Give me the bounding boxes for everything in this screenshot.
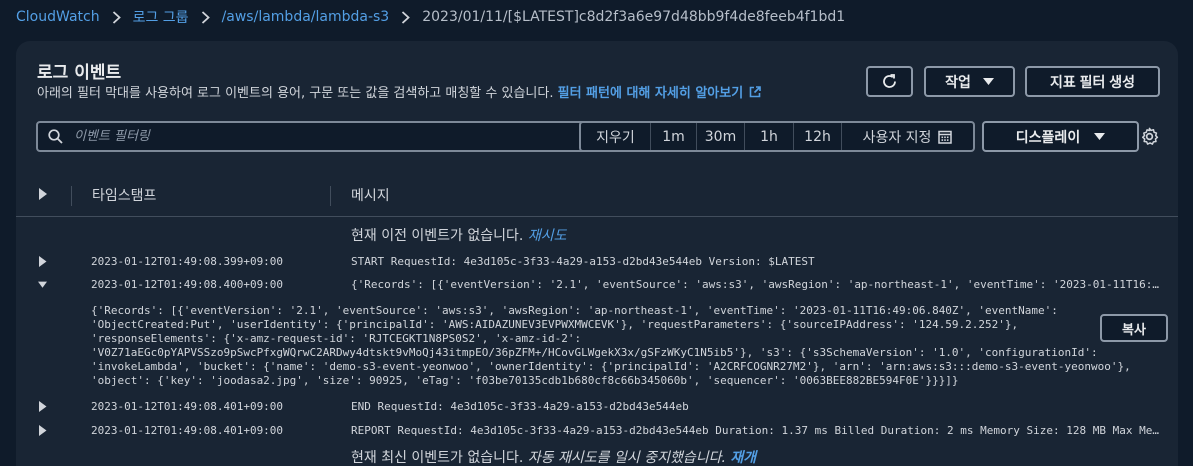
notice-text: 현재 이전 이벤트가 없습니다. xyxy=(351,228,528,244)
description-text: 아래의 필터 막대를 사용하여 로그 이벤트의 용어, 구문 또는 값을 검색하… xyxy=(37,86,558,101)
chevron-right-icon xyxy=(401,10,411,24)
no-newer-events-notice: 현재 최신 이벤트가 없습니다. 자동 재시도를 일시 중지했습니다. 재개 xyxy=(351,447,756,466)
breadcrumb: CloudWatch 로그 그룹 /aws/lambda/lambda-s3 2… xyxy=(16,7,845,27)
log-row-expanded[interactable]: 2023-01-12T01:49:08.400+09:00 {'Records'… xyxy=(16,276,1178,294)
chevron-right-icon xyxy=(201,10,210,24)
breadcrumb-cloudwatch[interactable]: CloudWatch xyxy=(16,9,100,25)
no-older-events-notice: 현재 이전 이벤트가 없습니다. 재시도 xyxy=(351,225,566,245)
log-row[interactable]: 2023-01-12T01:49:08.399+09:00 START Requ… xyxy=(16,253,1178,271)
log-message: END RequestId: 4e3d105c-3f33-4a29-a153-d… xyxy=(351,400,689,413)
time-range-selector: 지우기 1m 30m 1h 12h 사용자 지정 xyxy=(579,121,975,152)
column-header-message[interactable]: 메시지 xyxy=(330,186,390,206)
expand-icon[interactable] xyxy=(38,401,47,412)
log-message: REPORT RequestId: 4e3d105c-3f33-4a29-a15… xyxy=(351,424,1159,437)
expand-icon[interactable] xyxy=(38,425,47,436)
log-message: START RequestId: 4e3d105c-3f33-4a29-a153… xyxy=(351,255,815,268)
breadcrumb-log-groups[interactable]: 로그 그룹 xyxy=(133,7,189,27)
display-button[interactable]: 디스플레이 xyxy=(982,121,1139,152)
column-header-timestamp[interactable]: 타임스탬프 xyxy=(71,186,156,206)
resume-link[interactable]: 재개 xyxy=(730,450,756,466)
panel-description: 아래의 필터 막대를 사용하여 로그 이벤트의 용어, 구문 또는 값을 검색하… xyxy=(37,82,761,101)
display-label: 디스플레이 xyxy=(1015,128,1081,145)
expand-icon[interactable] xyxy=(38,256,47,267)
refresh-button[interactable] xyxy=(866,66,913,97)
search-icon xyxy=(48,129,63,144)
log-timestamp: 2023-01-12T01:49:08.399+09:00 xyxy=(91,255,284,268)
copy-button[interactable]: 복사 xyxy=(1100,314,1168,342)
calendar-icon xyxy=(938,130,953,144)
breadcrumb-current-stream: 2023/01/11/[$LATEST]c8d2f3a6e97d48bb9f4d… xyxy=(422,9,846,25)
search-input[interactable] xyxy=(74,129,554,144)
learn-more-label: 필터 패턴에 대해 자세히 알아보기 xyxy=(557,86,744,101)
range-30m[interactable]: 30m xyxy=(697,123,745,150)
actions-label: 작업 xyxy=(945,73,971,90)
caret-down-icon xyxy=(982,77,994,85)
chevron-right-icon xyxy=(112,10,121,24)
range-custom[interactable]: 사용자 지정 xyxy=(842,123,973,150)
log-message: {'Records': [{'eventVersion': '2.1', 'ev… xyxy=(351,278,1159,291)
expand-all-icon[interactable] xyxy=(38,188,48,200)
external-link-icon xyxy=(749,86,761,98)
collapse-icon[interactable] xyxy=(38,279,47,290)
log-row[interactable]: 2023-01-12T01:49:08.401+09:00 END Reques… xyxy=(16,398,1178,416)
range-12h[interactable]: 12h xyxy=(794,123,842,150)
log-timestamp: 2023-01-12T01:49:08.400+09:00 xyxy=(91,278,284,291)
caret-down-icon xyxy=(1094,132,1106,140)
log-timestamp: 2023-01-12T01:49:08.401+09:00 xyxy=(91,424,284,437)
learn-more-link[interactable]: 필터 패턴에 대해 자세히 알아보기 xyxy=(558,86,762,101)
breadcrumb-log-group[interactable]: /aws/lambda/lambda-s3 xyxy=(222,9,390,25)
range-custom-label: 사용자 지정 xyxy=(862,129,932,146)
refresh-icon xyxy=(883,74,896,88)
log-timestamp: 2023-01-12T01:49:08.401+09:00 xyxy=(91,400,284,413)
log-events-panel: 로그 이벤트 아래의 필터 막대를 사용하여 로그 이벤트의 용어, 구문 또는… xyxy=(16,41,1178,466)
create-metric-filter-button[interactable]: 지표 필터 생성 xyxy=(1025,66,1160,97)
log-row[interactable]: 2023-01-12T01:49:08.401+09:00 REPORT Req… xyxy=(16,422,1178,440)
event-filter-search[interactable] xyxy=(36,121,590,152)
actions-button[interactable]: 작업 xyxy=(924,66,1015,97)
retry-link[interactable]: 재시도 xyxy=(528,228,567,244)
panel-title: 로그 이벤트 xyxy=(37,63,122,83)
notice-text: 현재 최신 이벤트가 없습니다. xyxy=(351,450,528,466)
gear-icon[interactable] xyxy=(1140,127,1159,146)
expanded-log-message: {'Records': [{'eventVersion': '2.1', 'ev… xyxy=(91,304,1131,387)
table-header: 타임스탬프 메시지 xyxy=(16,175,1178,217)
range-clear[interactable]: 지우기 xyxy=(581,123,651,150)
auto-retry-paused-text: 자동 재시도를 일시 중지했습니다. xyxy=(527,450,731,466)
range-1h[interactable]: 1h xyxy=(745,123,794,150)
range-1m[interactable]: 1m xyxy=(651,123,697,150)
